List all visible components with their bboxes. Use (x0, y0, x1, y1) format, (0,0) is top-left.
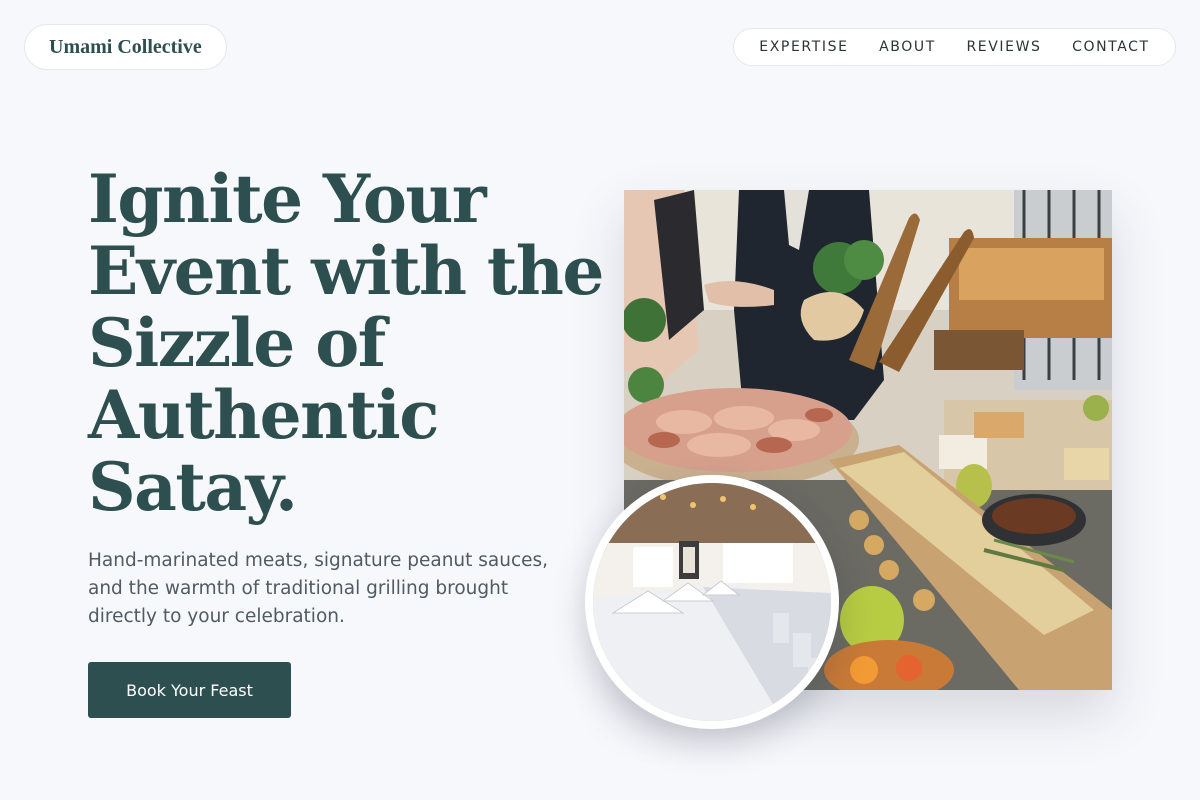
hero-subtext: Hand-marinated meats, signature peanut s… (88, 547, 568, 631)
banquet-hall-photo (585, 475, 839, 729)
brand-logo[interactable]: Umami Collective (24, 24, 227, 70)
headline-line: Event with the (88, 232, 604, 310)
headline-line: Ignite Your (88, 160, 487, 238)
subtext-line: and the warmth of traditional grilling b… (88, 578, 509, 599)
subtext-line: Hand-marinated meats, signature peanut s… (88, 550, 549, 571)
headline-line: Authentic (88, 376, 439, 454)
nav-link-contact[interactable]: CONTACT (1072, 39, 1150, 55)
book-feast-button[interactable]: Book Your Feast (88, 662, 291, 718)
hero-headline: Ignite Your Event with the Sizzle of Aut… (88, 160, 604, 526)
main-nav: EXPERTISE ABOUT REVIEWS CONTACT (733, 28, 1176, 66)
nav-link-about[interactable]: ABOUT (879, 39, 936, 55)
nav-link-expertise[interactable]: EXPERTISE (759, 39, 848, 55)
subtext-line: directly to your celebration. (88, 606, 345, 627)
headline-line: Satay. (88, 448, 298, 526)
nav-link-reviews[interactable]: REVIEWS (966, 39, 1041, 55)
headline-line: Sizzle of (88, 304, 386, 382)
